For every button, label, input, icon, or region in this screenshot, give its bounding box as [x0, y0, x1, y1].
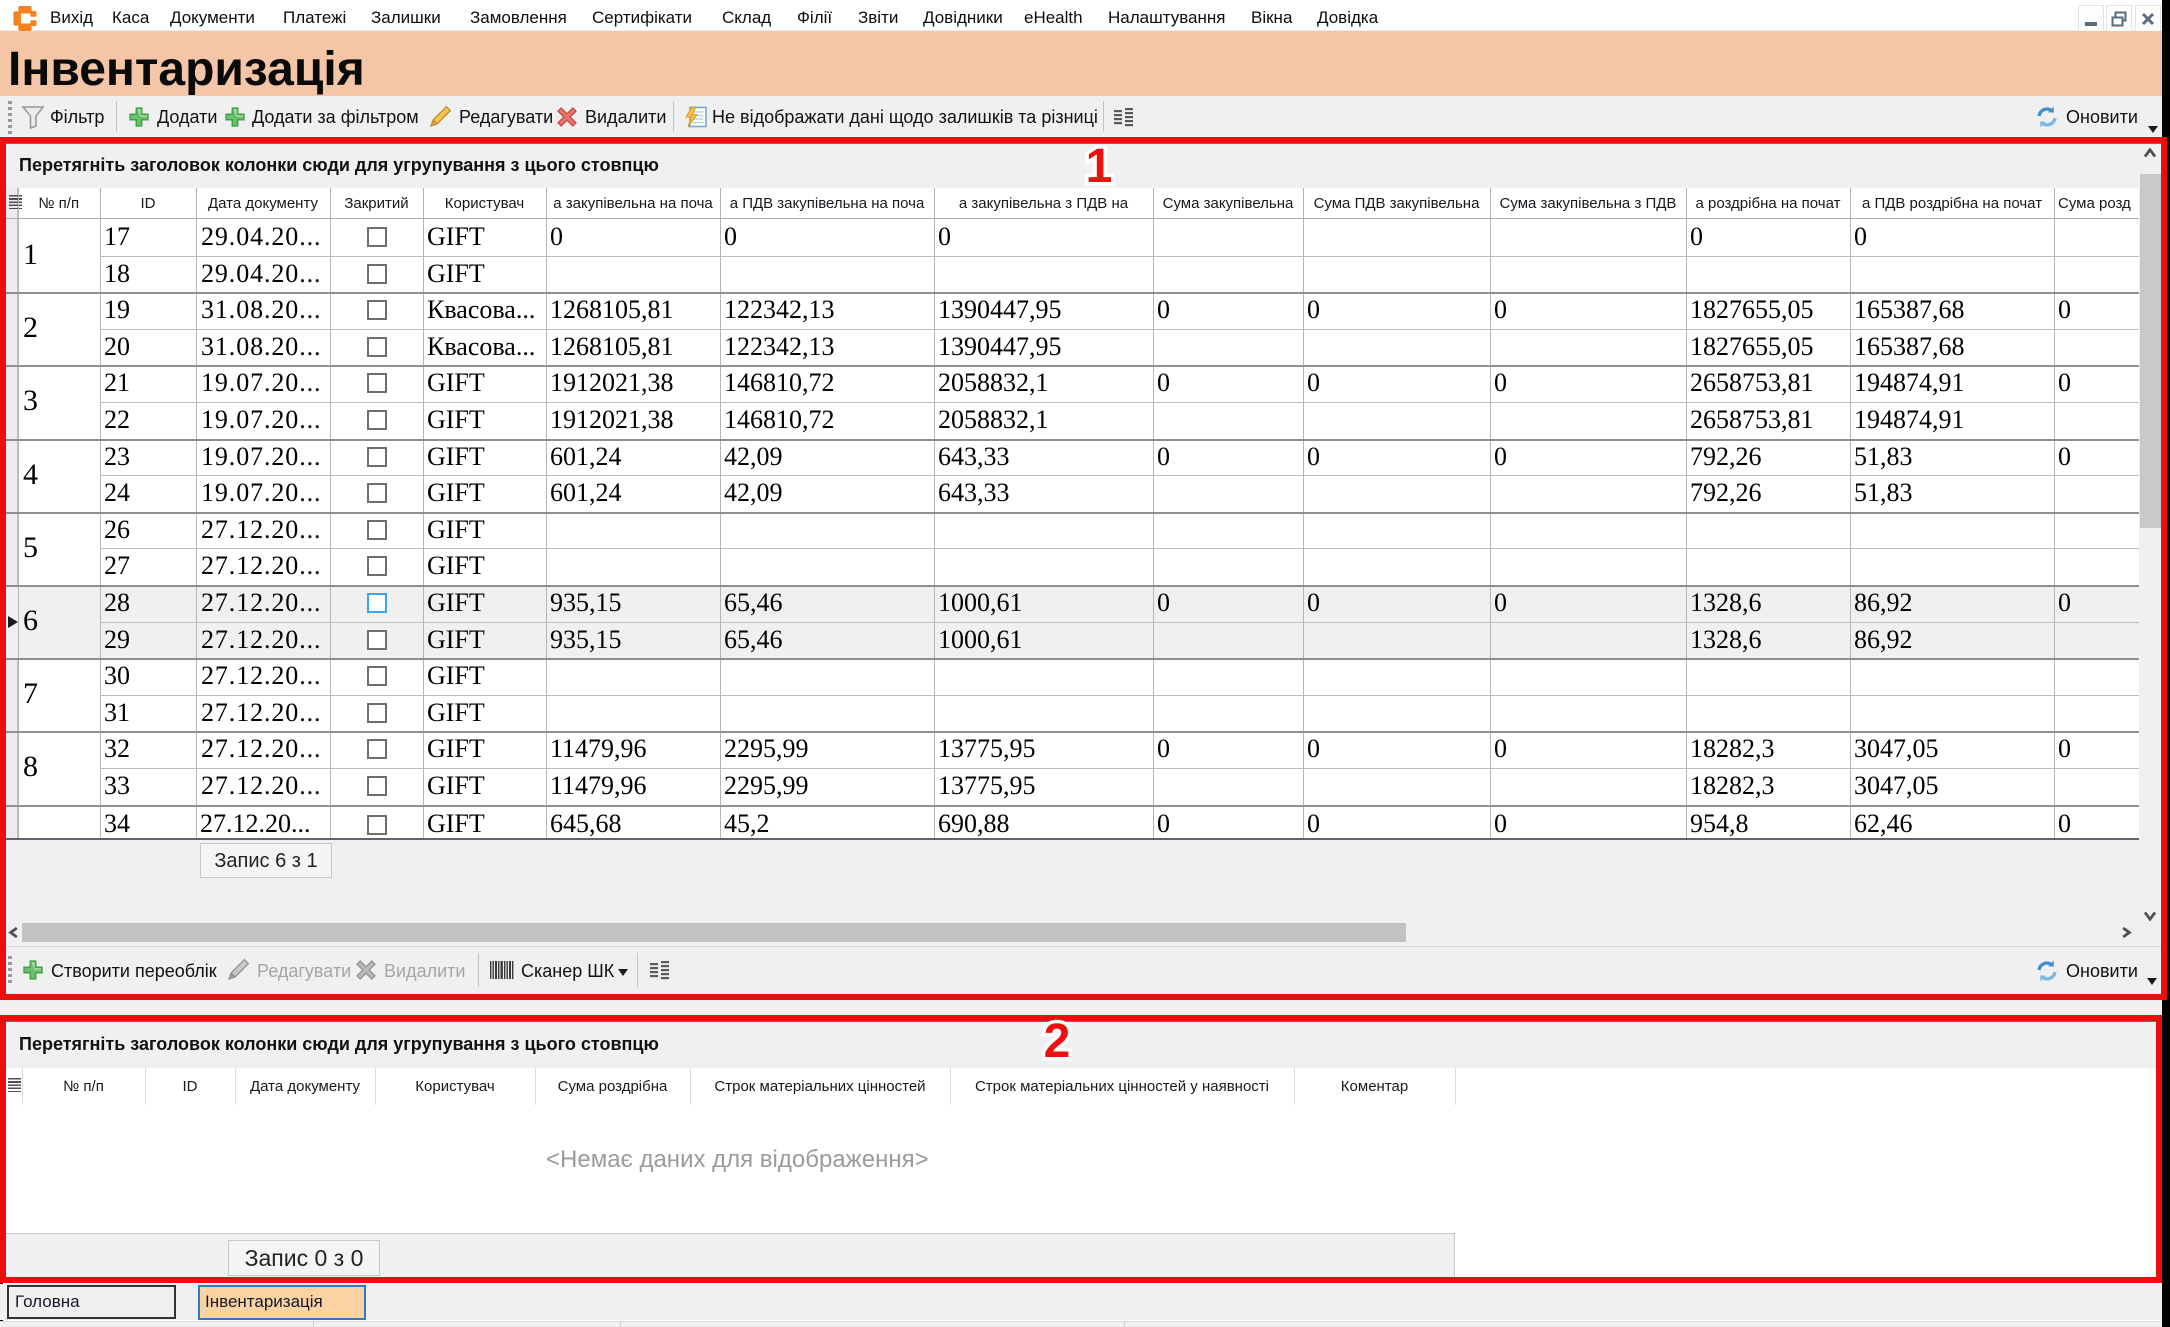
svg-text:2: 2 [1044, 1016, 1071, 1066]
svg-text:1: 1 [1086, 141, 1113, 191]
